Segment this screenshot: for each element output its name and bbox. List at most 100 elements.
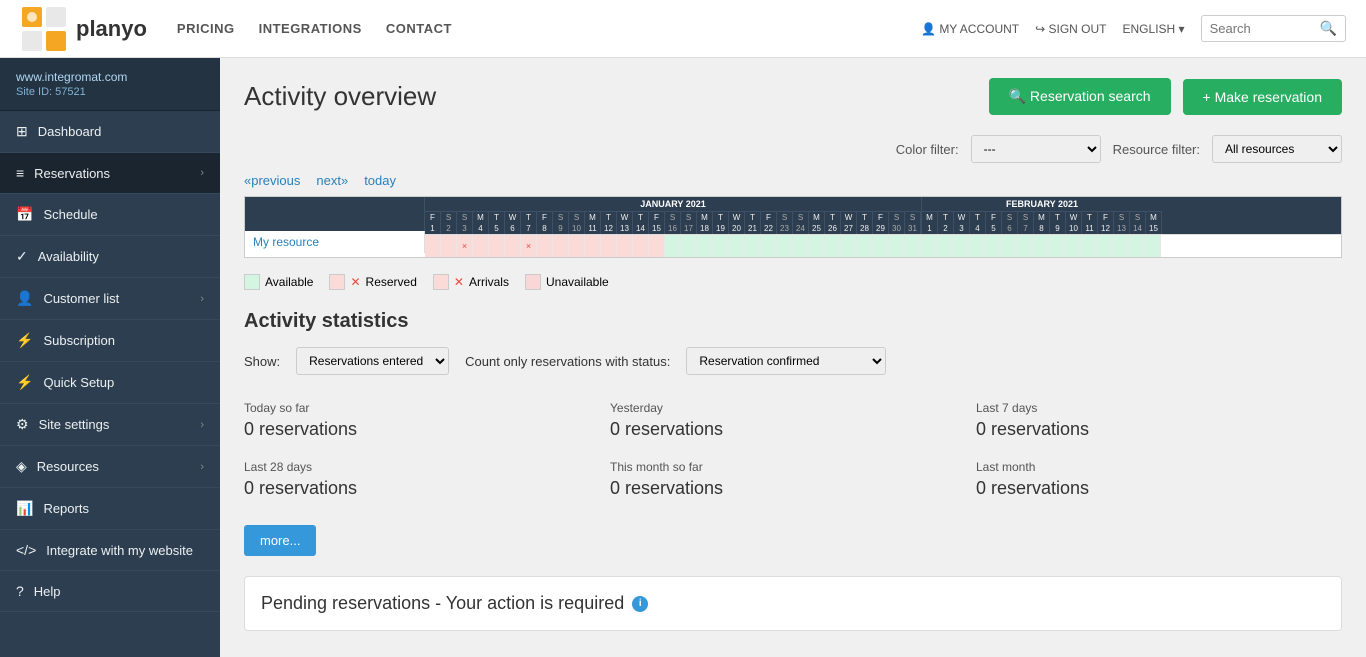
site-id: Site ID: 57521 [16, 86, 204, 98]
today-nav-link[interactable]: today [364, 173, 396, 188]
nav-pricing[interactable]: PRICING [177, 21, 235, 36]
resources-icon: ◈ [16, 458, 27, 475]
main-layout: www.integromat.com Site ID: 57521 ⊞ Dash… [0, 58, 1366, 657]
show-select[interactable]: Reservations entered [296, 347, 449, 375]
top-navigation: planyo PRICING INTEGRATIONS CONTACT 👤 MY… [0, 0, 1366, 58]
content-area: Activity overview 🔍 Reservation search +… [220, 58, 1366, 657]
sidebar-label-schedule: Schedule [43, 207, 97, 222]
sidebar-site-info: www.integromat.com Site ID: 57521 [0, 58, 220, 111]
dashboard-icon: ⊞ [16, 123, 28, 140]
info-icon: i [632, 596, 648, 612]
sidebar-label-dashboard: Dashboard [38, 124, 102, 139]
stat-last7-label: Last 7 days [976, 401, 1342, 415]
sidebar-item-schedule[interactable]: 📅 Schedule [0, 194, 220, 236]
sidebar-item-dashboard[interactable]: ⊞ Dashboard [0, 111, 220, 153]
legend-arrivals: ✕ Arrivals [433, 274, 509, 290]
sidebar-label-help: Help [34, 584, 61, 599]
stat-last28-value: 0 reservations [244, 478, 610, 499]
stat-today-label: Today so far [244, 401, 610, 415]
legend-arrivals-label: Arrivals [469, 275, 509, 289]
sidebar-item-subscription[interactable]: ⚡ Subscription [0, 320, 220, 362]
legend-arrivals-x-icon: ✕ [454, 275, 464, 289]
sidebar-item-site-settings[interactable]: ⚙ Site settings › [0, 404, 220, 446]
resource-name[interactable]: My resource [245, 231, 425, 253]
legend-unavailable-box [525, 274, 541, 290]
reservations-icon: ≡ [16, 165, 24, 181]
legend-available: Available [244, 274, 313, 290]
availability-icon: ✓ [16, 248, 28, 265]
next-nav-link[interactable]: next» [316, 173, 348, 188]
site-settings-icon: ⚙ [16, 416, 29, 433]
nav-contact[interactable]: CONTACT [386, 21, 452, 36]
sidebar-item-customer-list[interactable]: 👤 Customer list › [0, 278, 220, 320]
reports-icon: 📊 [16, 500, 33, 517]
nav-links: PRICING INTEGRATIONS CONTACT [177, 21, 921, 36]
stats-controls: Show: Reservations entered Count only re… [244, 347, 1342, 375]
make-reservation-button[interactable]: + Make reservation [1183, 79, 1342, 115]
page-header: Activity overview 🔍 Reservation search +… [244, 78, 1342, 115]
sidebar-label-quick-setup: Quick Setup [43, 375, 114, 390]
pending-title-text: Pending reservations - Your action is re… [261, 593, 624, 614]
chevron-right-icon: › [200, 167, 204, 179]
stat-this-month: This month so far 0 reservations [610, 450, 976, 509]
legend-available-box [244, 274, 260, 290]
sidebar-item-reports[interactable]: 📊 Reports [0, 488, 220, 530]
previous-nav-link[interactable]: «previous [244, 173, 300, 188]
search-box[interactable]: 🔍 [1201, 15, 1346, 42]
resource-filter-select[interactable]: All resources [1212, 135, 1342, 163]
sidebar-label-reservations: Reservations [34, 166, 110, 181]
nav-right: 👤 MY ACCOUNT ↪ SIGN OUT ENGLISH ▾ 🔍 [921, 15, 1346, 42]
legend-unavailable: Unavailable [525, 274, 609, 290]
reservation-search-button[interactable]: 🔍 Reservation search [989, 78, 1171, 115]
sidebar-label-subscription: Subscription [43, 333, 115, 348]
sidebar-item-availability[interactable]: ✓ Availability [0, 236, 220, 278]
sidebar-item-quick-setup[interactable]: ⚡ Quick Setup [0, 362, 220, 404]
customer-list-icon: 👤 [16, 290, 33, 307]
stat-today: Today so far 0 reservations [244, 391, 610, 450]
color-filter-label: Color filter: [896, 142, 959, 157]
sidebar-label-customer-list: Customer list [43, 291, 119, 306]
filters-row: Color filter: --- Resource filter: All r… [244, 135, 1342, 163]
site-url: www.integromat.com [16, 70, 204, 84]
stat-last28-label: Last 28 days [244, 460, 610, 474]
logo-icon [20, 5, 68, 53]
stat-last7-value: 0 reservations [976, 419, 1342, 440]
subscription-icon: ⚡ [16, 332, 33, 349]
stat-yesterday-value: 0 reservations [610, 419, 976, 440]
search-button[interactable]: 🔍 [1320, 20, 1337, 37]
my-account-link[interactable]: 👤 MY ACCOUNT [921, 22, 1019, 36]
chevron-right-icon-2: › [200, 293, 204, 305]
stat-last28: Last 28 days 0 reservations [244, 450, 610, 509]
show-label: Show: [244, 354, 280, 369]
stat-last-month: Last month 0 reservations [976, 450, 1342, 509]
integrate-icon: </> [16, 542, 36, 558]
pending-section: Pending reservations - Your action is re… [244, 576, 1342, 631]
more-button[interactable]: more... [244, 525, 316, 556]
legend-x-icon: ✕ [350, 275, 360, 289]
sidebar-item-reservations[interactable]: ≡ Reservations › [0, 153, 220, 194]
search-input[interactable] [1210, 21, 1320, 36]
stat-last-month-value: 0 reservations [976, 478, 1342, 499]
calendar-container: My resource JANUARY 2021FSSMTWTFSSMTWTFS… [244, 196, 1342, 258]
sign-out-link[interactable]: ↪ SIGN OUT [1035, 22, 1106, 36]
nav-integrations[interactable]: INTEGRATIONS [259, 21, 362, 36]
sidebar-item-resources[interactable]: ◈ Resources › [0, 446, 220, 488]
sidebar-label-integrate: Integrate with my website [46, 543, 193, 558]
legend-reserved: ✕ Reserved [329, 274, 416, 290]
logo[interactable]: planyo [20, 5, 147, 53]
sidebar-label-site-settings: Site settings [39, 417, 110, 432]
sidebar-item-help[interactable]: ? Help [0, 571, 220, 612]
schedule-icon: 📅 [16, 206, 33, 223]
legend-reserved-box [329, 274, 345, 290]
sidebar-label-availability: Availability [38, 249, 99, 264]
stat-today-value: 0 reservations [244, 419, 610, 440]
sidebar-label-resources: Resources [37, 459, 99, 474]
color-filter-select[interactable]: --- [971, 135, 1101, 163]
language-selector[interactable]: ENGLISH ▾ [1123, 22, 1185, 36]
sidebar-item-integrate[interactable]: </> Integrate with my website [0, 530, 220, 571]
count-select[interactable]: Reservation confirmed [686, 347, 886, 375]
stat-last-month-label: Last month [976, 460, 1342, 474]
sidebar-label-reports: Reports [43, 501, 89, 516]
logo-text: planyo [76, 16, 147, 42]
pending-title: Pending reservations - Your action is re… [261, 593, 1325, 614]
